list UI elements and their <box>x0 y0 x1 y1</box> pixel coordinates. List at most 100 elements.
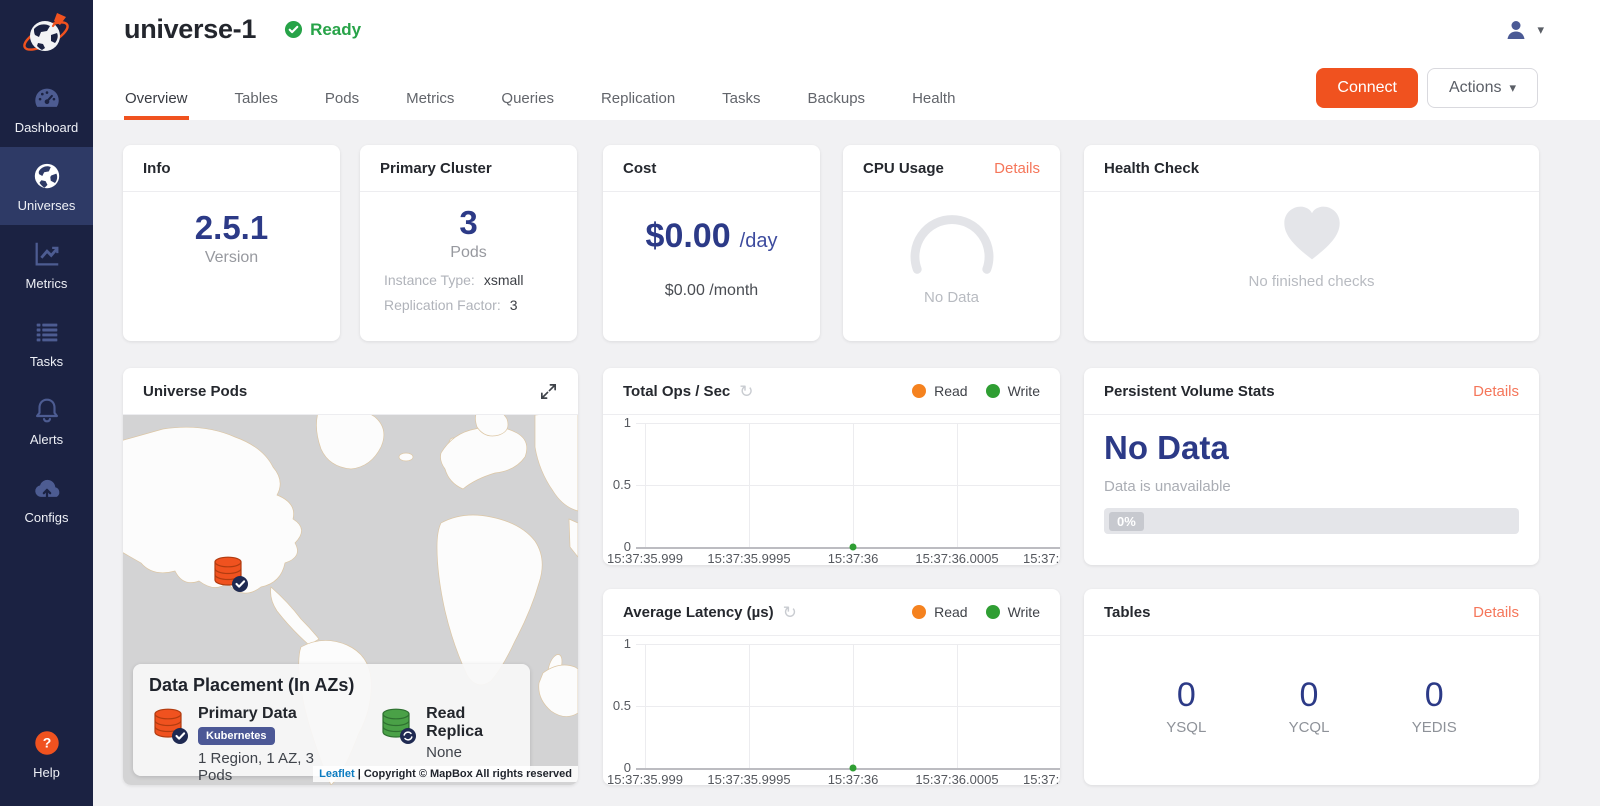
tab-pods[interactable]: Pods <box>324 80 360 120</box>
refresh-icon[interactable]: ↻ <box>783 604 797 621</box>
card-title: Tables <box>1104 604 1150 621</box>
health-check-card: Health Check No finished checks <box>1084 145 1539 341</box>
pvs-details-link[interactable]: Details <box>1473 383 1519 400</box>
cpu-usage-card: CPU Usage Details No Data <box>843 145 1060 341</box>
cost-per-day-value: $0.00 <box>646 217 731 256</box>
tables-details-link[interactable]: Details <box>1473 604 1519 621</box>
tables-card: Tables Details 0 YSQL 0 YCQL 0 YEDIS <box>1084 589 1539 785</box>
sidebar-item-configs[interactable]: Configs <box>0 459 93 537</box>
tab-metrics[interactable]: Metrics <box>405 80 455 120</box>
tab-replication[interactable]: Replication <box>600 80 676 120</box>
instance-type-row: Instance Type: xsmall <box>384 272 553 288</box>
read-legend-label: Read <box>934 604 967 620</box>
user-icon <box>1504 18 1528 42</box>
tab-health[interactable]: Health <box>911 80 956 120</box>
total-ops-card: Total Ops / Sec ↻ Read Write 00.5115:37:… <box>603 368 1060 565</box>
table-count-yedis: 0 YEDIS <box>1412 676 1457 736</box>
version-value: 2.5.1 <box>195 209 268 247</box>
replication-factor-value: 3 <box>510 297 518 313</box>
cost-per-month: $0.00 /month <box>665 282 758 300</box>
status-text: Ready <box>310 20 361 40</box>
read-replica-info: None <box>426 744 514 761</box>
cost-card: Cost $0.00 /day $0.00 /month <box>603 145 820 341</box>
read-replica-label: Read Replica <box>426 705 514 741</box>
gauge-icon <box>32 83 62 113</box>
pods-label: Pods <box>450 244 486 262</box>
write-legend-label: Write <box>1008 383 1040 399</box>
heart-icon <box>1281 204 1343 267</box>
card-title: Persistent Volume Stats <box>1104 383 1275 400</box>
write-legend-dot <box>986 384 1000 398</box>
ysql-label: YSQL <box>1166 719 1206 736</box>
sidebar-item-metrics[interactable]: Metrics <box>0 225 93 303</box>
sidebar-item-help[interactable]: ? Help <box>0 714 93 792</box>
connect-button[interactable]: Connect <box>1316 68 1418 108</box>
leaflet-link[interactable]: Leaflet <box>319 768 354 780</box>
sidebar-item-label: Universes <box>18 198 76 213</box>
sidebar-item-label: Configs <box>24 510 68 525</box>
health-empty-text: No finished checks <box>1249 273 1375 290</box>
sidebar-item-dashboard[interactable]: Dashboard <box>0 69 93 147</box>
chevron-down-icon: ▾ <box>1509 80 1516 96</box>
cluster-attrs: Instance Type: xsmall Replication Factor… <box>360 262 577 313</box>
chart-title: Total Ops / Sec <box>623 383 730 400</box>
sidebar-item-alerts[interactable]: Alerts <box>0 381 93 459</box>
tab-tasks[interactable]: Tasks <box>721 80 761 120</box>
data-placement-panel: Data Placement (In AZs) <box>133 664 530 776</box>
yedis-count: 0 <box>1425 676 1444 715</box>
ycql-count: 0 <box>1300 676 1319 715</box>
tab-bar: Overview Tables Pods Metrics Queries Rep… <box>124 80 956 120</box>
card-title: Health Check <box>1104 160 1199 177</box>
pods-count: 3 <box>459 204 477 242</box>
status-badge: Ready <box>284 20 361 40</box>
chart-legend: Read Write <box>912 383 1040 399</box>
total-ops-plot: 00.5115:37:35.99915:37:35.999515:37:3615… <box>603 415 1060 565</box>
primary-data-map-marker[interactable] <box>209 553 249 593</box>
pvs-progress-value: 0% <box>1109 512 1144 531</box>
yedis-label: YEDIS <box>1412 719 1457 736</box>
sidebar-item-label: Alerts <box>30 432 63 447</box>
cloud-upload-icon <box>32 473 62 503</box>
sidebar-item-universes[interactable]: Universes <box>0 147 93 225</box>
universe-pods-card: Universe Pods <box>123 368 578 785</box>
planet-rocket-icon <box>21 7 73 59</box>
help-icon: ? <box>32 728 62 758</box>
user-menu[interactable]: ▾ <box>1504 18 1544 42</box>
ysql-count: 0 <box>1177 676 1196 715</box>
tab-backups[interactable]: Backups <box>807 80 867 120</box>
read-legend-label: Read <box>934 383 967 399</box>
replica-database-icon <box>377 705 417 745</box>
expand-icon[interactable] <box>539 382 558 401</box>
pvs-progress-bar: 0% <box>1104 508 1519 534</box>
yugabyte-logo[interactable] <box>21 7 73 59</box>
chart-legend: Read Write <box>912 604 1040 620</box>
main-content: Info 2.5.1 Version Primary Cluster 3 Pod… <box>93 120 1600 806</box>
tab-tables[interactable]: Tables <box>234 80 279 120</box>
primary-cluster-card: Primary Cluster 3 Pods Instance Type: xs… <box>360 145 577 341</box>
card-title: Info <box>143 160 171 177</box>
pvs-subtext: Data is unavailable <box>1104 478 1519 495</box>
tab-overview[interactable]: Overview <box>124 80 189 120</box>
data-placement-title: Data Placement (In AZs) <box>149 675 514 696</box>
title-row: universe-1 Ready <box>124 14 361 45</box>
refresh-icon[interactable]: ↻ <box>739 383 753 400</box>
read-legend-dot <box>912 384 926 398</box>
version-label: Version <box>205 249 258 267</box>
check-circle-icon <box>284 20 303 39</box>
info-card: Info 2.5.1 Version <box>123 145 340 341</box>
actions-button[interactable]: Actions ▾ <box>1427 68 1538 108</box>
chart-icon <box>32 239 62 269</box>
map-attribution: Leaflet | Copyright © MapBox All rights … <box>313 766 578 782</box>
table-count-ycql: 0 YCQL <box>1289 676 1330 736</box>
sidebar-item-label: Help <box>33 765 60 780</box>
card-title: Cost <box>623 160 656 177</box>
cost-per-day-unit: /day <box>740 230 778 253</box>
sidebar: Dashboard Universes Metrics Tasks Alerts… <box>0 0 93 806</box>
world-map[interactable]: Data Placement (In AZs) <box>123 415 578 785</box>
cpu-details-link[interactable]: Details <box>994 160 1040 177</box>
sidebar-item-tasks[interactable]: Tasks <box>0 303 93 381</box>
write-legend-dot <box>986 605 1000 619</box>
write-legend-label: Write <box>1008 604 1040 620</box>
tab-queries[interactable]: Queries <box>500 80 555 120</box>
gauge-arc-icon <box>907 210 997 281</box>
